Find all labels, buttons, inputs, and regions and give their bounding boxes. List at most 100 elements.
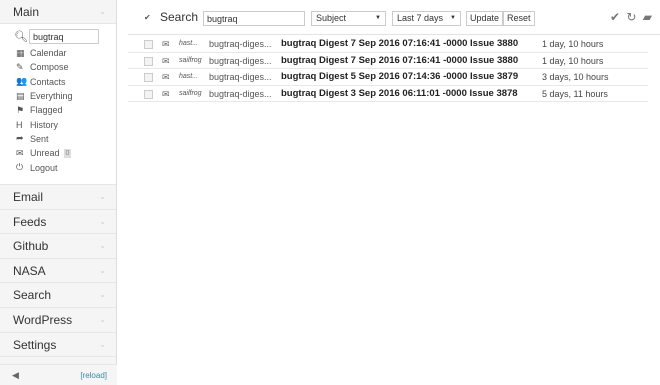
reset-button[interactable]: Reset — [503, 11, 535, 26]
section-label: Github — [13, 239, 49, 254]
chevron-down-icon: ⌄ — [99, 339, 106, 349]
sidebar-item-label: Compose — [30, 62, 69, 73]
sidebar-item-contacts[interactable]: 👥 Contacts — [0, 75, 116, 89]
collapse-left-icon[interactable]: ◀ — [12, 370, 19, 381]
section-label: Email — [13, 190, 44, 204]
message-from: hast... — [179, 73, 199, 80]
message-to: bugtraq-diges... — [209, 55, 272, 66]
sidebar-item-flagged[interactable]: ⚑ Flagged — [0, 103, 116, 117]
sidebar-item-history[interactable]: H History — [0, 117, 116, 131]
compose-icon: ✎ — [16, 61, 24, 72]
sidebar-item-label: Unread — [30, 148, 60, 159]
message-date: 5 days, 11 hours — [542, 88, 608, 99]
section-label: WordPress — [13, 312, 73, 327]
refresh-icon[interactable]: ↻ — [626, 10, 636, 24]
sidebar-footer: ◀ [reload] — [0, 364, 117, 385]
message-to: bugtraq-diges... — [209, 39, 272, 49]
chevron-down-icon: ⌄ — [99, 192, 106, 201]
message-date: 1 day, 10 hours — [542, 39, 604, 49]
sidebar-item-sent[interactable]: ➦ Sent — [0, 132, 116, 146]
contacts-icon: 👥 — [16, 76, 28, 87]
message-from: hast... — [179, 40, 199, 47]
envelope-icon: ✉ — [162, 55, 170, 66]
date-range-select[interactable]: Last 7 days ▼ — [392, 11, 461, 26]
sidebar-search-input[interactable] — [29, 29, 99, 44]
chevron-down-icon: ⌄ — [99, 7, 106, 16]
select-all-checkbox[interactable]: ✔ — [144, 13, 151, 22]
dropdown-arrow-icon: ▼ — [450, 15, 456, 21]
chevron-down-icon: ⌄ — [99, 216, 106, 226]
folder-icon[interactable]: ▰ — [643, 10, 652, 24]
section-main-label: Main — [13, 5, 40, 19]
message-checkbox[interactable] — [144, 40, 153, 49]
sidebar-item-everything[interactable]: ▤ Everything — [0, 89, 116, 103]
section-label: Feeds — [13, 214, 47, 229]
main-nav-list: ▦ Calendar ✎ Compose 👥 Contacts ▤ Everything ⚑ Fl… — [0, 46, 116, 175]
message-row[interactable]: ✉ sailfrog bugtraq-diges... bugtraq Digest … — [128, 86, 648, 102]
section-wordpress-header[interactable]: WordPress ⌄ — [0, 307, 116, 333]
search-input[interactable] — [203, 11, 305, 26]
unread-icon: ✉ — [16, 147, 24, 158]
envelope-icon: ✉ — [162, 88, 170, 99]
message-subject[interactable]: bugtraq Digest 7 Sep 2016 07:16:41 -0000… — [281, 53, 536, 69]
history-icon: H — [16, 119, 23, 130]
sent-icon: ➦ — [16, 133, 24, 144]
section-github-header[interactable]: Github ⌄ — [0, 234, 116, 259]
message-checkbox[interactable] — [144, 56, 153, 66]
chevron-down-icon: ⌄ — [99, 314, 106, 324]
section-feeds-header[interactable]: Feeds ⌄ — [0, 209, 116, 235]
message-subject[interactable]: bugtraq Digest 5 Sep 2016 07:14:36 -0000… — [281, 69, 536, 85]
message-subject[interactable]: bugtraq Digest 7 Sep 2016 07:16:41 -0000… — [281, 36, 536, 52]
unread-count-badge: 0 — [63, 148, 72, 158]
logout-icon: ⏻ — [16, 162, 24, 173]
everything-icon: ▤ — [16, 90, 25, 101]
section-settings-header[interactable]: Settings ⌄ — [0, 332, 116, 358]
section-email-header[interactable]: Email ⌄ — [0, 185, 116, 210]
message-row[interactable]: ✉ hast... bugtraq-diges... bugtraq Digest 5… — [128, 69, 648, 86]
sidebar-item-compose[interactable]: ✎ Compose — [0, 60, 116, 74]
check-circle-icon[interactable]: ✔ — [610, 10, 620, 24]
message-from: sailfrog — [179, 56, 202, 64]
sidebar: Main ⌄ 🔍︎ ▦Calendar✎Compose👥Contacts▤Eve… — [0, 0, 117, 385]
flag-icon: ⚑ — [16, 104, 25, 115]
sidebar-item-unread[interactable]: ✉ Unread 0 — [0, 146, 116, 160]
sidebar-item-label: Sent — [30, 133, 49, 144]
field-select[interactable]: Subject ▼ — [311, 11, 386, 26]
section-label: Search — [13, 288, 52, 303]
chevron-down-icon: ⌄ — [99, 241, 106, 251]
search-icon: 🔍︎ — [14, 31, 28, 43]
sidebar-sections: Email ⌄ Feeds ⌄ Github ⌄ NASA ⌄ Search ⌄ WordPress… — [0, 185, 116, 358]
envelope-icon: ✉ — [162, 39, 170, 49]
sidebar-item-label: Calendar — [30, 48, 67, 59]
message-subject[interactable]: bugtraq Digest 3 Sep 2016 06:11:01 -0000… — [281, 86, 536, 102]
sidebar-item-label: Logout — [30, 162, 58, 173]
sidebar-item-logout[interactable]: ⏻ Logout — [0, 160, 116, 174]
sidebar-item-label: Contacts — [30, 76, 66, 87]
section-nasa-header[interactable]: NASA ⌄ — [0, 258, 116, 284]
message-row[interactable]: ✉ hast... bugtraq-diges... bugtraq Digest 7… — [128, 36, 648, 53]
message-to: bugtraq-diges... — [209, 88, 272, 99]
message-checkbox[interactable] — [144, 89, 153, 99]
calendar-icon: ▦ — [16, 47, 25, 58]
search-label: Search — [160, 10, 199, 24]
message-from: sailfrog — [179, 89, 202, 97]
field-select-value: Subject — [316, 13, 347, 23]
section-label: NASA — [13, 263, 46, 278]
main-section-body: 🔍︎ ▦Calendar✎Compose👥Contacts▤Everything… — [0, 24, 116, 185]
chevron-down-icon: ⌄ — [99, 290, 106, 300]
reload-link[interactable]: [reload] — [80, 371, 107, 380]
webmail-app: Main ⌄ 🔍︎ ▦Calendar✎Compose👥Contacts▤Eve… — [0, 0, 660, 385]
message-checkbox[interactable] — [144, 73, 153, 82]
sidebar-item-label: Everything — [30, 91, 73, 102]
message-row[interactable]: ✉ sailfrog bugtraq-diges... bugtraq Digest … — [128, 53, 648, 69]
toolbar-actions: ✔ ↻ ▰ — [607, 10, 652, 24]
message-list: ✉ hast... bugtraq-diges... bugtraq Digest 7… — [128, 36, 660, 102]
section-search-header[interactable]: Search ⌄ — [0, 283, 116, 308]
sidebar-item-label: Flagged — [30, 105, 63, 116]
update-button[interactable]: Update — [466, 11, 504, 26]
sidebar-search: 🔍︎ — [14, 29, 116, 44]
sidebar-item-calendar[interactable]: ▦ Calendar — [0, 46, 116, 60]
section-main-header[interactable]: Main ⌄ — [0, 0, 116, 24]
dropdown-arrow-icon: ▼ — [375, 15, 381, 21]
section-label: Settings — [13, 337, 57, 352]
